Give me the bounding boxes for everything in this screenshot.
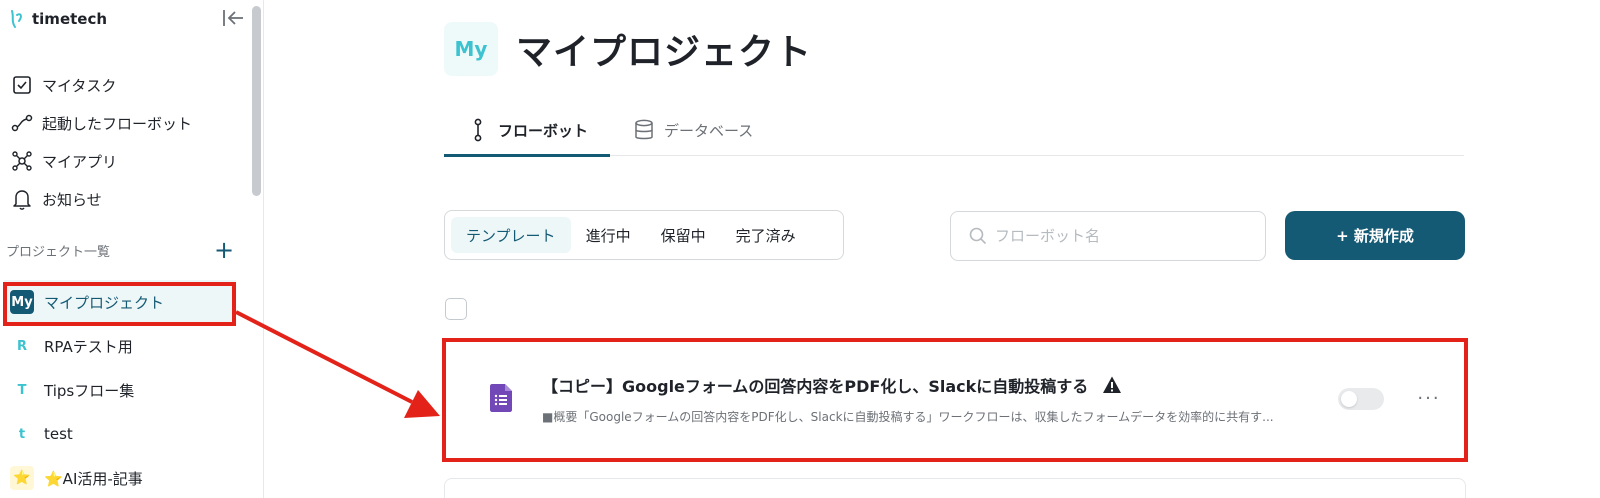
filter-template[interactable]: テンプレート [451,217,571,253]
tab-label: フローボット [498,121,589,140]
add-project-button[interactable]: + [214,238,234,262]
brand-name: timetech [32,10,108,28]
project-label: RPAテスト用 [44,337,133,356]
sidebar: timetech マイタスク 起動したフローボット マイアプリ お知らせ プロジ… [0,0,264,498]
flowbot-card[interactable]: 【コピー】Googleフォームの回答内容をPDF化し、Slackに自動投稿する … [442,338,1468,462]
project-label: ⭐AI活用-記事 [44,469,143,488]
nav-item-notifications[interactable]: お知らせ [10,180,240,218]
filter-on-hold[interactable]: 保留中 [646,217,721,253]
select-all-checkbox[interactable] [445,298,467,320]
tab-database[interactable]: データベース [610,104,775,156]
sidebar-nav: マイタスク 起動したフローボット マイアプリ お知らせ [10,66,240,218]
page-header: My マイプロジェクト [444,22,812,76]
collapse-left-icon [223,10,243,26]
sidebar-scrollbar[interactable] [252,6,261,196]
brand[interactable]: timetech [8,8,107,30]
nav-item-label: マイタスク [42,76,117,95]
flowbot-enable-toggle[interactable] [1338,388,1384,410]
project-item-my-project[interactable]: My マイプロジェクト [4,280,236,324]
project-badge: R [10,334,34,358]
project-label: マイプロジェクト [44,293,165,312]
flowbot-icon [468,118,488,142]
nav-item-started-flowbots[interactable]: 起動したフローボット [10,104,240,142]
status-filter-group: テンプレート 進行中 保留中 完了済み [444,210,844,260]
flowbot-title-text: 【コピー】Googleフォームの回答内容をPDF化し、Slackに自動投稿する [542,377,1089,396]
warning-icon [1103,376,1122,393]
search-input[interactable] [995,227,1255,245]
bell-icon [10,187,34,211]
project-badge: t [10,422,34,446]
projects-section-header: プロジェクト一覧 + [6,238,234,262]
filter-completed[interactable]: 完了済み [721,217,811,253]
database-icon [634,118,654,142]
tab-label: データベース [664,121,754,140]
flowbot-search[interactable] [950,211,1266,261]
new-flowbot-button[interactable]: + 新規作成 [1285,211,1465,260]
search-icon [969,227,987,245]
project-badge: T [10,378,34,402]
project-list: My マイプロジェクト R RPAテスト用 T Tipsフロー集 t test … [4,280,236,498]
projects-section-title: プロジェクト一覧 [6,244,111,260]
app-network-icon [10,149,34,173]
tab-flowbots[interactable]: フローボット [444,104,611,157]
nav-item-my-apps[interactable]: マイアプリ [10,142,240,180]
nav-item-my-tasks[interactable]: マイタスク [10,66,240,104]
project-badge: My [10,290,34,314]
project-item-test[interactable]: t test [4,412,236,456]
nav-item-label: マイアプリ [42,152,118,171]
more-options-button[interactable]: ··· [1414,386,1444,410]
flow-path-icon [10,111,34,135]
project-item-tips-flows[interactable]: T Tipsフロー集 [4,368,236,412]
flowbot-card-next[interactable] [444,478,1466,498]
project-header-badge: My [444,22,498,76]
nav-item-label: 起動したフローボット [42,114,193,133]
star-icon: ⭐ [10,466,34,490]
nav-item-label: お知らせ [42,190,102,209]
flowbot-description: ■概要「Googleフォームの回答内容をPDF化し、Slackに自動投稿する」ワ… [542,410,1274,424]
check-square-icon [10,73,34,97]
google-forms-icon [490,384,512,412]
project-label: Tipsフロー集 [44,381,135,400]
page-title: マイプロジェクト [516,32,813,73]
flowbot-title[interactable]: 【コピー】Googleフォームの回答内容をPDF化し、Slackに自動投稿する [542,373,1122,397]
toggle-knob [1341,391,1357,407]
project-item-rpa-test[interactable]: R RPAテスト用 [4,324,236,368]
project-label: test [44,425,73,443]
tab-bar: フローボット データベース [444,104,1464,157]
filter-in-progress[interactable]: 進行中 [571,217,646,253]
project-item-ai-articles[interactable]: ⭐ ⭐AI活用-記事 [4,456,236,498]
timetech-logo-icon [11,10,22,28]
collapse-sidebar-button[interactable] [220,7,246,29]
